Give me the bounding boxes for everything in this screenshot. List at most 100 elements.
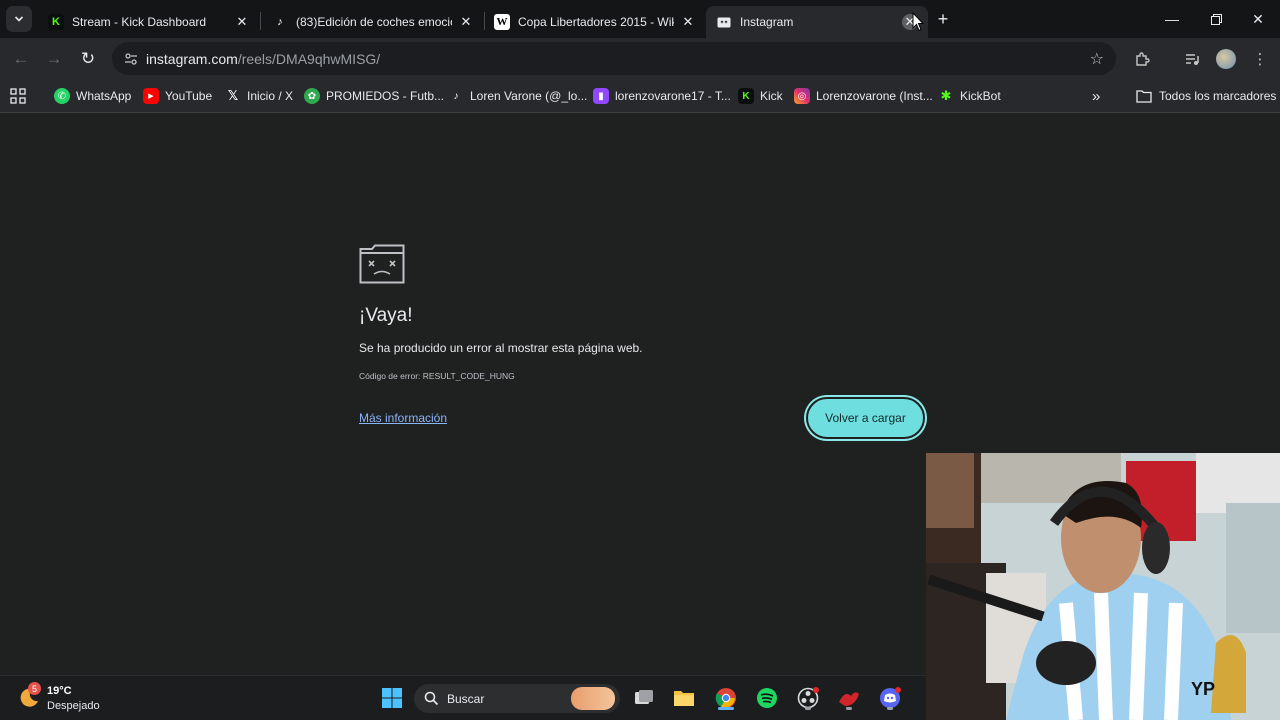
chevron-double-right-icon: » xyxy=(1092,87,1101,105)
tiktok-icon: ♪ xyxy=(453,90,459,102)
promiedos-icon: ✿ xyxy=(304,88,320,104)
extensions-button[interactable] xyxy=(1129,46,1155,72)
tab-tiktok[interactable]: ♪ (83)Edición de coches emocion... ✕ xyxy=(262,6,484,38)
twitch-icon: ▮ xyxy=(593,88,609,104)
sad-tab-icon xyxy=(359,244,405,284)
close-tab-icon[interactable]: ✕ xyxy=(458,14,474,30)
start-button[interactable] xyxy=(378,684,406,712)
wikipedia-icon: W xyxy=(494,14,510,30)
all-bookmarks-folder[interactable]: Todos los marcadores xyxy=(1136,85,1276,107)
url-host: instagram.com xyxy=(146,50,238,67)
app-red-icon xyxy=(839,692,859,706)
url-path: /reels/DMA9qhwMISG/ xyxy=(237,50,381,67)
url-text: instagram.com/reels/DMA9qhwMISG/ xyxy=(146,51,380,67)
bookmark-star-icon[interactable]: ☆ xyxy=(1090,49,1104,69)
running-indicator xyxy=(887,707,893,710)
restore-button[interactable] xyxy=(1194,0,1238,38)
weather-badge: 5 xyxy=(28,682,41,695)
mouse-cursor-icon xyxy=(912,12,924,32)
site-info-icon[interactable] xyxy=(116,52,146,66)
chevron-down-icon xyxy=(14,16,24,22)
spotify-button[interactable] xyxy=(753,684,781,712)
browser-toolbar: ← → ↻ instagram.com/reels/DMA9qhwMISG/ ☆… xyxy=(0,38,1280,79)
more-bookmarks-button[interactable]: » xyxy=(1092,85,1100,107)
tab-separator xyxy=(260,12,261,30)
arrow-left-icon: ← xyxy=(12,49,30,68)
media-controls-button[interactable] xyxy=(1179,46,1205,72)
minimize-button[interactable]: — xyxy=(1150,0,1194,38)
forward-button[interactable]: → xyxy=(41,46,67,72)
webcam-overlay: YP xyxy=(926,453,1280,720)
running-indicator xyxy=(805,707,811,710)
new-tab-button[interactable]: + xyxy=(932,8,954,30)
svg-text:YP: YP xyxy=(1191,679,1215,699)
plus-icon: + xyxy=(937,8,949,29)
discord-button[interactable] xyxy=(876,684,904,712)
apps-grid-icon xyxy=(10,88,26,104)
tiktok-icon: ♪ xyxy=(277,16,283,28)
reload-button[interactable]: ↻ xyxy=(75,46,101,72)
weather-temperature: 19°C xyxy=(47,685,72,697)
bookmark-twitch[interactable]: ▮ lorenzovarone17 - T... xyxy=(593,85,731,107)
back-button[interactable]: ← xyxy=(8,46,34,72)
tab-kick-dashboard[interactable]: K Stream - Kick Dashboard ✕ xyxy=(38,6,260,38)
kick-icon: K xyxy=(738,88,754,104)
playlist-icon xyxy=(1186,54,1199,65)
error-title: ¡Vaya! xyxy=(359,305,413,326)
tab-strip: K Stream - Kick Dashboard ✕ ♪ (83)Edició… xyxy=(0,0,1280,38)
taskbar-search[interactable]: Buscar xyxy=(414,684,620,713)
app-red-button[interactable] xyxy=(835,684,863,712)
spotify-icon xyxy=(757,688,777,708)
youtube-icon: ▶ xyxy=(143,88,159,104)
file-explorer-button[interactable] xyxy=(670,684,698,712)
kick-icon: K xyxy=(48,14,64,30)
error-message: Se ha producido un error al mostrar esta… xyxy=(359,341,643,355)
bookmark-x[interactable]: 𝕏 Inicio / X xyxy=(225,85,293,107)
active-indicator xyxy=(718,707,734,710)
discord-icon xyxy=(880,687,901,708)
tab-search-button[interactable] xyxy=(6,6,32,32)
obs-icon xyxy=(797,687,819,709)
apps-button[interactable] xyxy=(10,85,26,107)
weather-widget[interactable]: 5 xyxy=(18,682,41,708)
whatsapp-icon: ✆ xyxy=(54,88,70,104)
windows-icon xyxy=(382,688,402,708)
error-code: Código de error: RESULT_CODE_HUNG xyxy=(359,371,515,381)
reload-page-button[interactable]: Volver a cargar xyxy=(806,397,925,439)
instagram-icon: ◎ xyxy=(794,88,810,104)
chrome-icon xyxy=(715,688,736,708)
bookmark-youtube[interactable]: ▶ YouTube xyxy=(143,85,212,107)
close-tab-icon[interactable]: ✕ xyxy=(234,14,250,30)
close-tab-icon[interactable]: ✕ xyxy=(680,14,696,30)
taskbar: 5 19°C Despejado Buscar xyxy=(0,675,926,720)
tab-wikipedia[interactable]: W Copa Libertadores 2015 - Wikip... ✕ xyxy=(484,6,706,38)
search-placeholder: Buscar xyxy=(447,691,485,706)
more-vertical-icon: ⋮ xyxy=(1252,51,1268,68)
bookmark-instagram[interactable]: ◎ Lorenzovarone (Inst... xyxy=(794,85,933,107)
x-icon: 𝕏 xyxy=(227,88,239,103)
bookmark-whatsapp[interactable]: ✆ WhatsApp xyxy=(54,85,131,107)
task-view-button[interactable] xyxy=(630,684,658,712)
bookmarks-bar: ✆ WhatsApp ▶ YouTube 𝕏 Inicio / X ✿ PROM… xyxy=(0,79,1280,113)
close-icon: ✕ xyxy=(1252,10,1264,27)
obs-button[interactable] xyxy=(794,684,822,712)
bookmark-promiedos[interactable]: ✿ PROMIEDOS - Futb... xyxy=(304,85,444,107)
restore-icon xyxy=(1210,13,1222,25)
close-window-button[interactable]: ✕ xyxy=(1236,0,1280,38)
bookmark-kickbot[interactable]: ✱ KickBot xyxy=(938,85,1001,107)
search-icon xyxy=(424,691,439,706)
folder-icon xyxy=(674,691,694,706)
bookmark-kick[interactable]: K Kick xyxy=(738,85,783,107)
error-page-icon xyxy=(716,14,732,30)
chrome-taskbar-button[interactable] xyxy=(712,684,740,712)
avatar xyxy=(1216,49,1236,69)
profile-avatar[interactable] xyxy=(1213,46,1239,72)
tab-instagram[interactable]: Instagram ✕ xyxy=(706,6,928,38)
address-bar[interactable]: instagram.com/reels/DMA9qhwMISG/ ☆ xyxy=(112,42,1116,75)
bookmark-tiktok[interactable]: ♪ Loren Varone (@_lo... xyxy=(448,85,588,107)
puzzle-icon xyxy=(1136,52,1150,66)
more-info-link[interactable]: Más información xyxy=(359,411,447,425)
arrow-right-icon: → xyxy=(45,49,63,68)
task-view-icon xyxy=(635,690,653,704)
menu-button[interactable]: ⋮ xyxy=(1247,46,1273,72)
